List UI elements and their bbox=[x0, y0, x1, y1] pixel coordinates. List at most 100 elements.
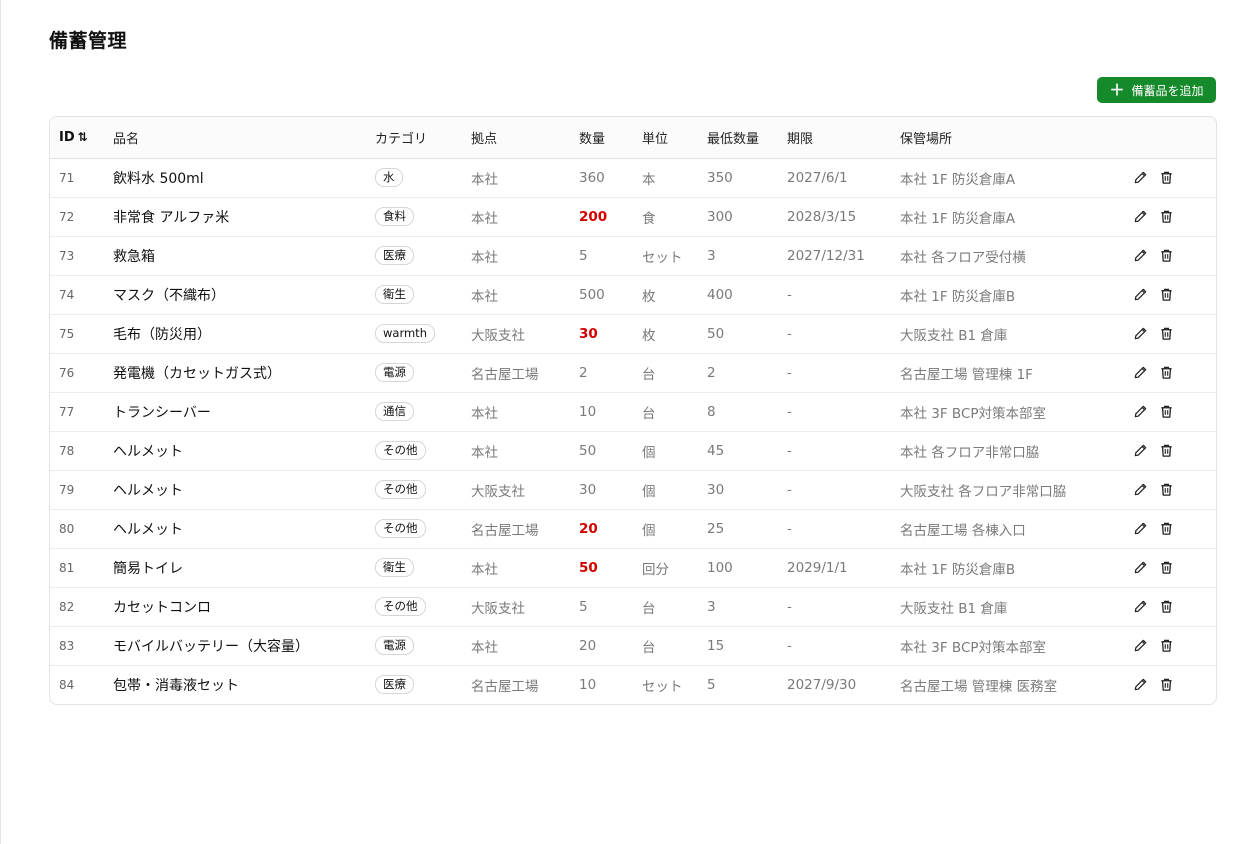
cell-unit: 台 bbox=[642, 353, 707, 393]
cell-name: 救急箱 bbox=[113, 236, 375, 276]
cell-unit: 台 bbox=[642, 587, 707, 627]
cell-min-quantity: 15 bbox=[707, 626, 787, 666]
pencil-icon[interactable] bbox=[1133, 326, 1149, 342]
trash-icon[interactable] bbox=[1159, 170, 1175, 186]
trash-icon[interactable] bbox=[1159, 287, 1175, 303]
column-header-unit[interactable]: 単位 bbox=[642, 117, 707, 159]
cell-min-quantity: 25 bbox=[707, 509, 787, 549]
pencil-icon[interactable] bbox=[1133, 287, 1149, 303]
pencil-icon[interactable] bbox=[1133, 677, 1149, 693]
pencil-icon[interactable] bbox=[1133, 365, 1149, 381]
cell-location: 名古屋工場 各棟入口 bbox=[900, 509, 1133, 549]
cell-id: 75 bbox=[50, 314, 113, 354]
pencil-icon[interactable] bbox=[1133, 404, 1149, 420]
table-row[interactable]: 76 発電機（カセットガス式） 電源 名古屋工場 2 台 2- 名古屋工場 管理棟 1F bbox=[50, 353, 1216, 393]
table-row[interactable]: 78 ヘルメット その他 本社 50 個 45- 本社 各フロア非常口脇 bbox=[50, 431, 1216, 471]
column-header-quantity[interactable]: 数量 bbox=[579, 117, 642, 159]
cell-expiry: - bbox=[787, 353, 900, 393]
pencil-icon[interactable] bbox=[1133, 170, 1149, 186]
table-row[interactable]: 84 包帯・消毒液セット 医療 名古屋工場 10 セット 5 2027/9/30 名古屋工場 管… bbox=[50, 665, 1216, 704]
pencil-icon[interactable] bbox=[1133, 482, 1149, 498]
table-row[interactable]: 83 モバイルバッテリー（大容量） 電源 本社 20 台 15- 本社 3F BCP対策本部室 bbox=[50, 626, 1216, 666]
table-row[interactable]: 80 ヘルメット その他 名古屋工場 20 個 25- 名古屋工場 各棟入口 bbox=[50, 509, 1216, 549]
cell-location: 大阪支社 各フロア非常口脇 bbox=[900, 470, 1133, 510]
cell-location: 本社 1F 防災倉庫B bbox=[900, 548, 1133, 588]
trash-icon[interactable] bbox=[1159, 209, 1175, 225]
cell-name: 発電機（カセットガス式） bbox=[113, 353, 375, 393]
trash-icon[interactable] bbox=[1159, 677, 1175, 693]
cell-id: 71 bbox=[50, 158, 113, 198]
cell-quantity: 30 bbox=[579, 314, 642, 354]
cell-name: 包帯・消毒液セット bbox=[113, 677, 239, 694]
trash-icon[interactable] bbox=[1159, 560, 1175, 576]
cell-category: その他 bbox=[375, 587, 471, 627]
sort-icon[interactable]: ⇅ bbox=[78, 130, 88, 144]
column-header-expiry[interactable]: 期限 bbox=[787, 117, 900, 159]
table-row[interactable]: 75 毛布（防災用） warmth 大阪支社 30 枚 50- 大阪支社 B1 倉庫 bbox=[50, 314, 1216, 354]
pencil-icon[interactable] bbox=[1133, 248, 1149, 264]
pencil-icon[interactable] bbox=[1133, 521, 1149, 537]
cell-quantity: 5 bbox=[579, 236, 642, 276]
column-header-category[interactable]: カテゴリ bbox=[375, 117, 471, 159]
cell-id: 72 bbox=[50, 197, 113, 237]
cell-min-quantity: 300 bbox=[707, 197, 787, 237]
pencil-icon[interactable] bbox=[1133, 599, 1149, 615]
cell-name: 毛布（防災用） bbox=[113, 314, 375, 354]
table-row[interactable]: 79 ヘルメット その他 大阪支社 30 個 30- 大阪支社 各フロア非常口脇 bbox=[50, 470, 1216, 510]
cell-expiry: - bbox=[787, 314, 900, 354]
cell-min-quantity: 50 bbox=[707, 314, 787, 354]
cell-min-quantity: 2 bbox=[707, 353, 787, 393]
cell-expiry: - bbox=[787, 509, 900, 549]
trash-icon[interactable] bbox=[1159, 638, 1175, 654]
add-item-button[interactable]: ＋ 備蓄品を追加 bbox=[1097, 77, 1216, 103]
column-header-name[interactable]: 品名 bbox=[113, 117, 375, 159]
column-header-site[interactable]: 拠点 bbox=[471, 117, 579, 159]
pencil-icon[interactable] bbox=[1133, 638, 1149, 654]
table-row[interactable]: 72 非常食 アルファ米 食料 本社 200 食 300 2028/3/15 本社 1F 防災倉… bbox=[50, 197, 1216, 237]
column-header-min-quantity[interactable]: 最低数量 bbox=[707, 117, 787, 159]
pencil-icon[interactable] bbox=[1133, 443, 1149, 459]
trash-icon[interactable] bbox=[1159, 326, 1175, 342]
category-badge: 医療 bbox=[375, 246, 414, 265]
cell-actions bbox=[1133, 470, 1216, 510]
cell-unit: 食 bbox=[642, 197, 707, 237]
cell-expiry: 2027/9/30 bbox=[787, 676, 857, 693]
cell-name: 飲料水 500ml bbox=[113, 158, 375, 198]
trash-icon[interactable] bbox=[1159, 599, 1175, 615]
trash-icon[interactable] bbox=[1159, 365, 1175, 381]
cell-location: 本社 各フロア非常口脇 bbox=[900, 431, 1133, 471]
trash-icon[interactable] bbox=[1159, 248, 1175, 264]
pencil-icon[interactable] bbox=[1133, 560, 1149, 576]
table-row[interactable]: 74 マスク（不織布） 衛生 本社 500 枚 400- 本社 1F 防災倉庫B bbox=[50, 275, 1216, 315]
cell-id: 81 bbox=[50, 548, 113, 588]
trash-icon[interactable] bbox=[1159, 482, 1175, 498]
cell-quantity: 10 bbox=[579, 676, 597, 693]
cell-actions bbox=[1133, 236, 1216, 276]
cell-name: ヘルメット bbox=[113, 431, 375, 471]
cell-unit: 個 bbox=[642, 431, 707, 471]
column-header-location[interactable]: 保管場所 bbox=[900, 117, 1133, 159]
table-row[interactable]: 77 トランシーバー 通信 本社 10 台 8- 本社 3F BCP対策本部室 bbox=[50, 392, 1216, 432]
table-row[interactable]: 71 飲料水 500ml 水 本社 360 本 350 2027/6/1 本社 1F 防災倉庫A bbox=[50, 158, 1216, 198]
column-header-id[interactable]: ID ⇅ bbox=[50, 117, 113, 159]
page-title: 備蓄管理 bbox=[49, 30, 128, 52]
trash-icon[interactable] bbox=[1159, 443, 1175, 459]
category-badge: 医療 bbox=[375, 675, 414, 695]
cell-id: 74 bbox=[50, 275, 113, 315]
trash-icon[interactable] bbox=[1159, 404, 1175, 420]
table-header: ID ⇅ 品名 カテゴリ 拠点 数量 単位 最低数量 期限 保管場所 bbox=[50, 117, 1216, 159]
table-row[interactable]: 82 カセットコンロ その他 大阪支社 5 台 3- 大阪支社 B1 倉庫 bbox=[50, 587, 1216, 627]
table-row[interactable]: 73 救急箱 医療 本社 5 セット 3 2027/12/31 本社 各フロア受付横 bbox=[50, 236, 1216, 276]
cell-unit: 枚 bbox=[642, 275, 707, 315]
cell-expiry: - bbox=[787, 587, 900, 627]
cell-site: 本社 bbox=[471, 197, 579, 237]
cell-name: 簡易トイレ bbox=[113, 548, 375, 588]
cell-actions bbox=[1133, 275, 1216, 315]
cell-unit: セット bbox=[642, 236, 707, 276]
cell-category: 衛生 bbox=[375, 548, 471, 588]
pencil-icon[interactable] bbox=[1133, 209, 1149, 225]
cell-category: その他 bbox=[375, 509, 471, 549]
trash-icon[interactable] bbox=[1159, 521, 1175, 537]
table-row[interactable]: 81 簡易トイレ 衛生 本社 50 回分 100 2029/1/1 本社 1F 防災倉庫B bbox=[50, 548, 1216, 588]
category-badge: その他 bbox=[375, 519, 426, 538]
